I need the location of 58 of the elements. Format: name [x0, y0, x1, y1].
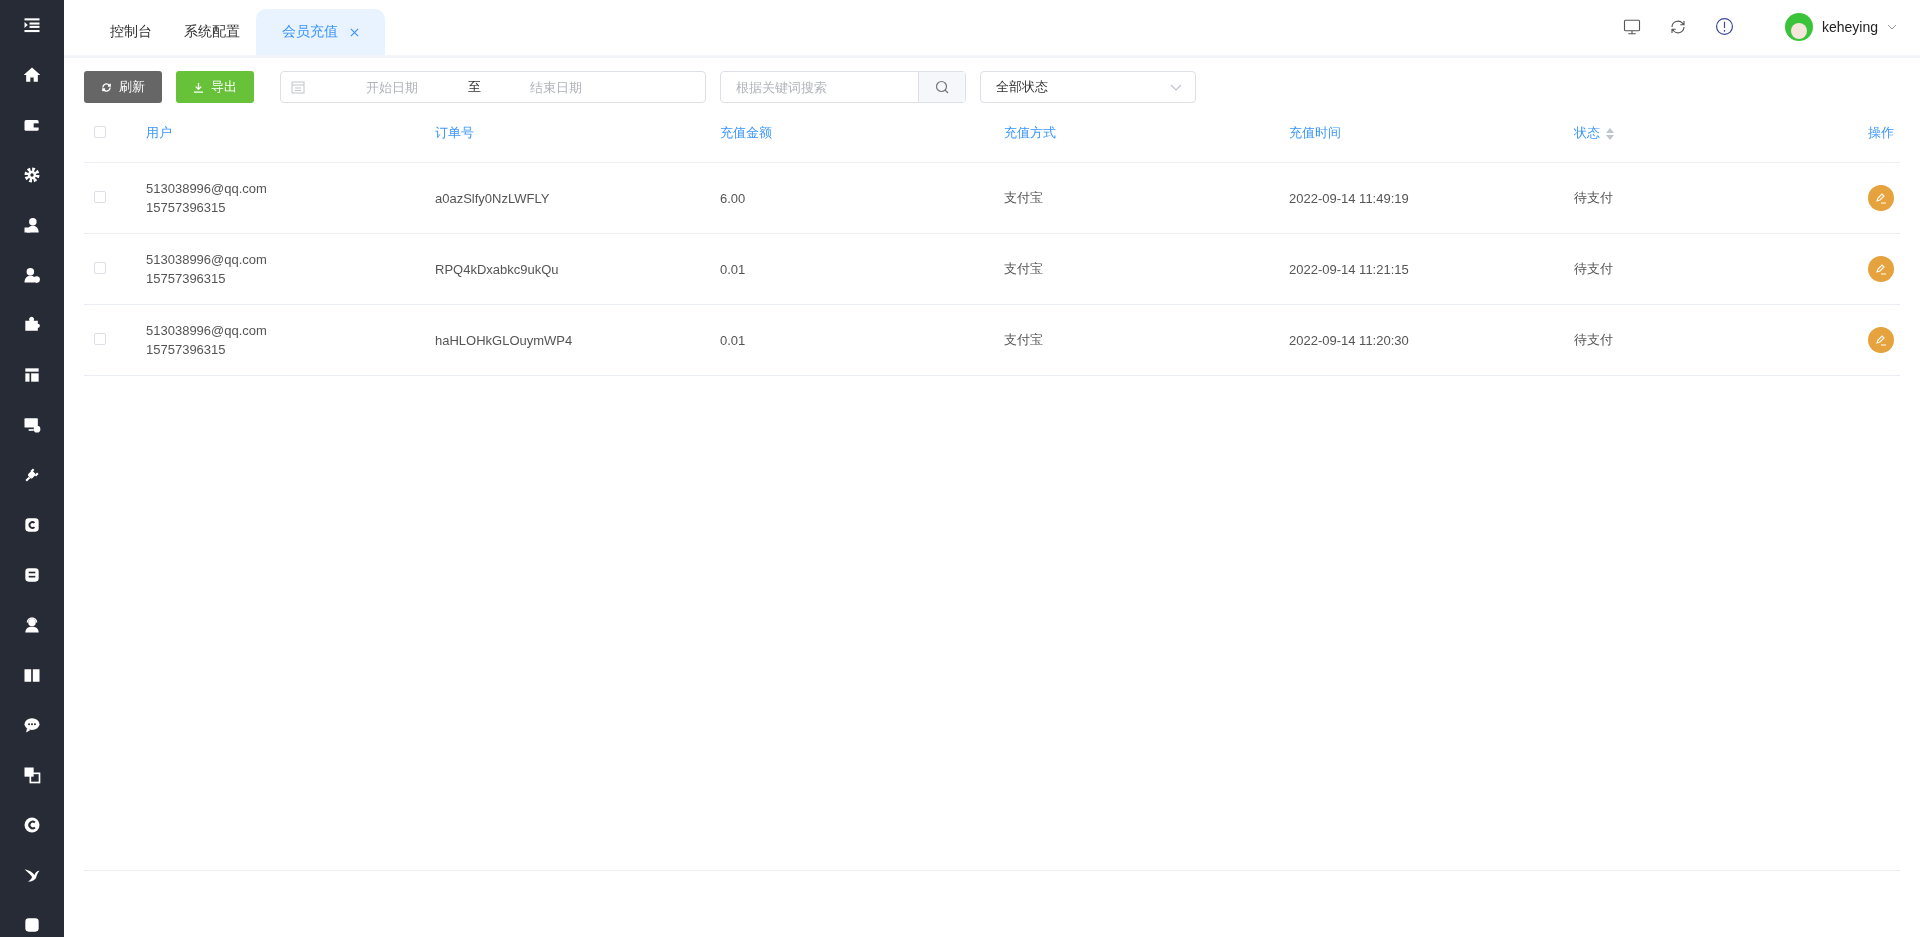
table-cell: 支付宝 — [1004, 190, 1043, 205]
row-checkbox[interactable] — [94, 332, 106, 345]
table-cell: 6.00 — [720, 190, 746, 206]
table-cell: RPQ4kDxabkc9ukQu — [435, 261, 559, 277]
tab[interactable]: 控制台 — [94, 9, 168, 55]
table-cell-text: 15757396315 — [146, 270, 227, 288]
table-cell: 2022-09-14 11:49:19 — [1289, 190, 1409, 206]
table-cell: 支付宝 — [1004, 261, 1043, 276]
table-cell: 待支付 — [1574, 332, 1613, 347]
headset-user-icon[interactable] — [22, 615, 42, 635]
column-header: 操作 — [1868, 125, 1894, 140]
row-checkbox[interactable] — [94, 261, 106, 274]
table-cell: 支付宝 — [1004, 332, 1043, 347]
table-cell-text: 513038996@qq.com — [146, 180, 268, 198]
table-cell: 待支付 — [1574, 190, 1613, 205]
table-cell: 0.01 — [720, 261, 746, 277]
column-header: 充值时间 — [1289, 125, 1341, 140]
status-select[interactable]: 全部状态 — [980, 71, 1196, 103]
info-icon[interactable] — [1714, 17, 1734, 36]
refresh-icon — [101, 81, 112, 93]
table-cell-text: 513038996@qq.com — [146, 251, 268, 269]
tab[interactable]: 系统配置 — [168, 9, 256, 55]
pencil-icon — [1875, 263, 1887, 275]
table-cell: 0.01 — [720, 332, 746, 348]
search-field[interactable]: 根据关键词搜索 — [721, 72, 918, 102]
range-separator: 至 — [466, 78, 482, 96]
column-header: 充值金额 — [720, 125, 772, 140]
date-range-picker[interactable]: 开始日期 至 结束日期 — [280, 71, 706, 103]
menu-toggle-icon[interactable] — [22, 15, 42, 35]
table-cell: 待支付 — [1574, 261, 1613, 276]
table-cell: 2022-09-14 11:21:15 — [1289, 261, 1409, 277]
pencil-icon — [1875, 334, 1887, 346]
column-header: 充值方式 — [1004, 125, 1056, 140]
table-cell-text: 513038996@qq.com — [146, 322, 268, 340]
user-name[interactable]: keheying — [1821, 18, 1878, 35]
select-all-checkbox[interactable] — [94, 125, 106, 138]
table-cell: haHLOHkGLOuymWP4 — [435, 332, 573, 348]
c-badge-icon[interactable] — [22, 515, 42, 535]
row-checkbox[interactable] — [94, 190, 106, 203]
layout-icon[interactable] — [22, 365, 42, 385]
download-icon — [193, 81, 204, 93]
search-button[interactable] — [918, 72, 965, 102]
chat-icon[interactable] — [22, 715, 42, 735]
home-icon[interactable] — [22, 65, 42, 85]
close-icon[interactable] — [350, 27, 359, 37]
search-box[interactable]: 根据关键词搜索 — [720, 71, 966, 103]
calendar-icon — [291, 80, 305, 94]
table-cell-text: 15757396315 — [146, 341, 227, 359]
table-cell: 2022-09-14 11:20:30 — [1289, 332, 1409, 348]
column-header: 订单号 — [435, 125, 474, 140]
table-cell: a0azSlfy0NzLWFLY — [435, 190, 550, 206]
c-circle-icon[interactable] — [22, 815, 42, 835]
search-icon — [935, 80, 949, 94]
monitor-icon[interactable] — [1622, 17, 1641, 36]
table-cell-text: 15757396315 — [146, 199, 227, 217]
pencil-icon — [1875, 192, 1887, 204]
refresh-button[interactable]: 刷新 — [84, 71, 162, 103]
column-header: 用户 — [146, 125, 172, 140]
